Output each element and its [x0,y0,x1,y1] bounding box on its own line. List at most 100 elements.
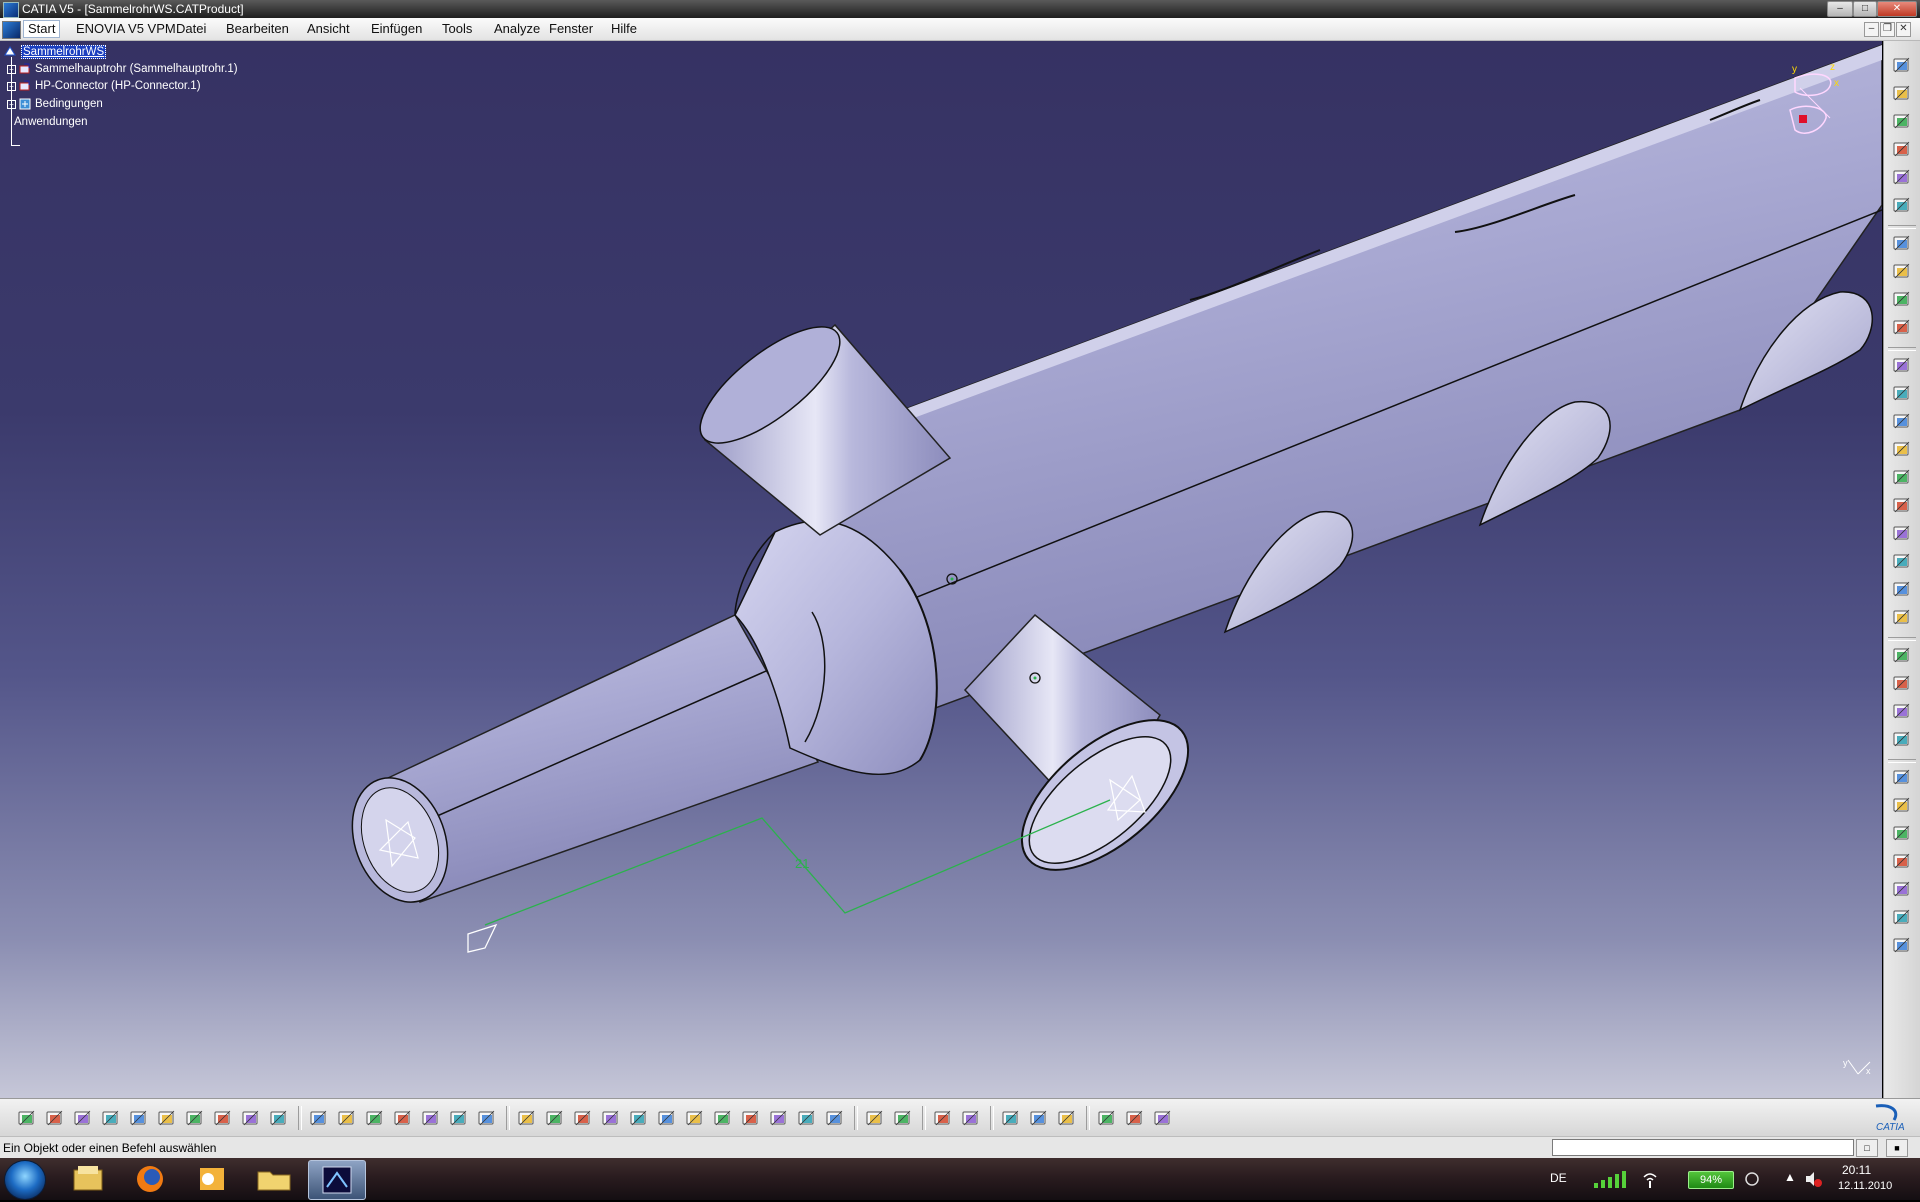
grid-icon[interactable] [1152,1108,1174,1128]
catia-logo-icon[interactable] [2,21,21,39]
rotate-icon[interactable] [600,1108,622,1128]
folder-icon[interactable] [246,1160,302,1198]
whats-this-icon[interactable] [268,1108,290,1128]
formula-icon[interactable] [308,1108,330,1128]
compass-icon[interactable] [1891,55,1913,75]
graph-tree-icon[interactable] [1891,261,1913,281]
generate-numbering-icon[interactable] [1891,289,1913,309]
sketch-plane-icon[interactable] [960,1108,982,1128]
menu-ansicht[interactable]: Ansicht [303,21,354,37]
status-option-button[interactable]: □ [1856,1139,1878,1157]
minimize-button[interactable]: – [1827,1,1853,17]
undo-icon[interactable] [212,1108,234,1128]
manipulate-icon[interactable] [1891,411,1913,431]
swap-visible-icon[interactable] [824,1108,846,1128]
distance-icon[interactable] [1000,1108,1022,1128]
menu-fenster[interactable]: Fenster [545,21,597,37]
zoom-in-icon[interactable] [628,1108,650,1128]
angle-constraint-icon[interactable] [1891,607,1913,627]
mass-icon[interactable] [1028,1108,1050,1128]
normal-view-icon[interactable] [684,1108,706,1128]
3d-geometry[interactable]: 21 y z x y x [0,41,1882,1098]
link-icon[interactable] [364,1108,386,1128]
reuse-pattern-icon[interactable] [1891,795,1913,815]
quick-constraint-icon[interactable] [1891,701,1913,721]
clash-icon[interactable] [1891,495,1913,515]
3d-viewport[interactable]: 21 y z x y x SammelrohrWS + Sammelhauptr… [0,41,1882,1098]
multi-instantiation-icon[interactable] [1891,383,1913,403]
battery-indicator[interactable]: 94% [1688,1171,1734,1189]
close-button[interactable]: ✕ [1877,1,1917,17]
product-icon[interactable] [1891,111,1913,131]
language-indicator[interactable]: DE [1550,1171,1567,1185]
section-icon[interactable] [932,1108,954,1128]
fly-mode-icon[interactable] [516,1108,538,1128]
knowledge-icon[interactable] [420,1108,442,1128]
measure-icon[interactable] [448,1108,470,1128]
replace-icon[interactable] [1891,233,1913,253]
catalog-icon[interactable] [1891,935,1913,955]
copy-icon[interactable] [156,1108,178,1128]
menu-enovia[interactable]: ENOVIA V5 VPM [72,21,180,37]
clock-date[interactable]: 12.11.2010 [1838,1180,1892,1192]
scenes-icon[interactable] [1891,907,1913,927]
status-stop-button[interactable]: ■ [1886,1139,1908,1157]
capture-icon[interactable] [864,1108,886,1128]
menu-datei[interactable]: Datei [172,21,210,37]
flexible-icon[interactable] [1891,729,1913,749]
menu-start[interactable]: Start [23,20,61,38]
constraint-value[interactable]: 21 [795,856,809,871]
annotation-icon[interactable] [1891,851,1913,871]
existing-component-icon[interactable] [1891,139,1913,159]
new-icon[interactable] [16,1108,38,1128]
explorer-icon[interactable] [60,1160,116,1198]
signal-icon[interactable] [1592,1168,1632,1190]
lower-branch[interactable] [963,613,1214,898]
multi-view-icon[interactable] [712,1108,734,1128]
weight-icon[interactable] [1056,1108,1078,1128]
wifi-icon[interactable] [1640,1169,1660,1189]
open-icon[interactable] [44,1108,66,1128]
windows-start-icon[interactable] [4,1160,46,1200]
menu-hilfe[interactable]: Hilfe [607,21,641,37]
update-icon[interactable] [1891,823,1913,843]
new-component-icon[interactable] [1891,195,1913,215]
cut-icon[interactable] [128,1108,150,1128]
fix-icon[interactable] [1891,645,1913,665]
update-all-icon[interactable] [892,1108,914,1128]
coincidence-constraint-icon[interactable] [1891,523,1913,543]
menu-tools[interactable]: Tools [438,21,476,37]
text-icon[interactable] [1891,879,1913,899]
comment-icon[interactable] [336,1108,358,1128]
print-icon[interactable] [100,1108,122,1128]
menu-bearbeiten[interactable]: Bearbeiten [222,21,293,37]
table-icon[interactable] [392,1108,414,1128]
select-icon[interactable] [1891,83,1913,103]
menu-analyze[interactable]: Analyze [490,21,544,37]
clock-time[interactable]: 20:11 [1842,1163,1871,1177]
tray-expand-icon[interactable]: ▲ [1784,1170,1796,1184]
fit-all-icon[interactable] [544,1108,566,1128]
power-icon[interactable] [1742,1170,1762,1188]
hide-show-icon[interactable] [796,1108,818,1128]
doc-restore-button[interactable]: ❐ [1880,22,1895,37]
outlook-icon[interactable] [184,1160,240,1198]
tree-root-label[interactable]: SammelrohrWS [21,45,107,59]
main-tube[interactable] [788,44,1882,711]
volume-icon[interactable] [1803,1169,1823,1189]
snap-icon[interactable] [1891,439,1913,459]
part-icon[interactable] [1891,167,1913,187]
shading-icon[interactable] [768,1108,790,1128]
iso-view-icon[interactable] [740,1108,762,1128]
firefox-icon[interactable] [122,1160,178,1198]
maximize-button[interactable]: □ [1853,1,1877,17]
zoom-out-icon[interactable] [656,1108,678,1128]
render-icon[interactable] [1096,1108,1118,1128]
selective-load-icon[interactable] [1891,317,1913,337]
contact-constraint-icon[interactable] [1891,551,1913,571]
redo-icon[interactable] [240,1108,262,1128]
change-constraint-icon[interactable] [1891,767,1913,787]
materials-icon[interactable] [1124,1108,1146,1128]
explode-icon[interactable] [1891,467,1913,487]
command-input[interactable] [1552,1139,1854,1156]
